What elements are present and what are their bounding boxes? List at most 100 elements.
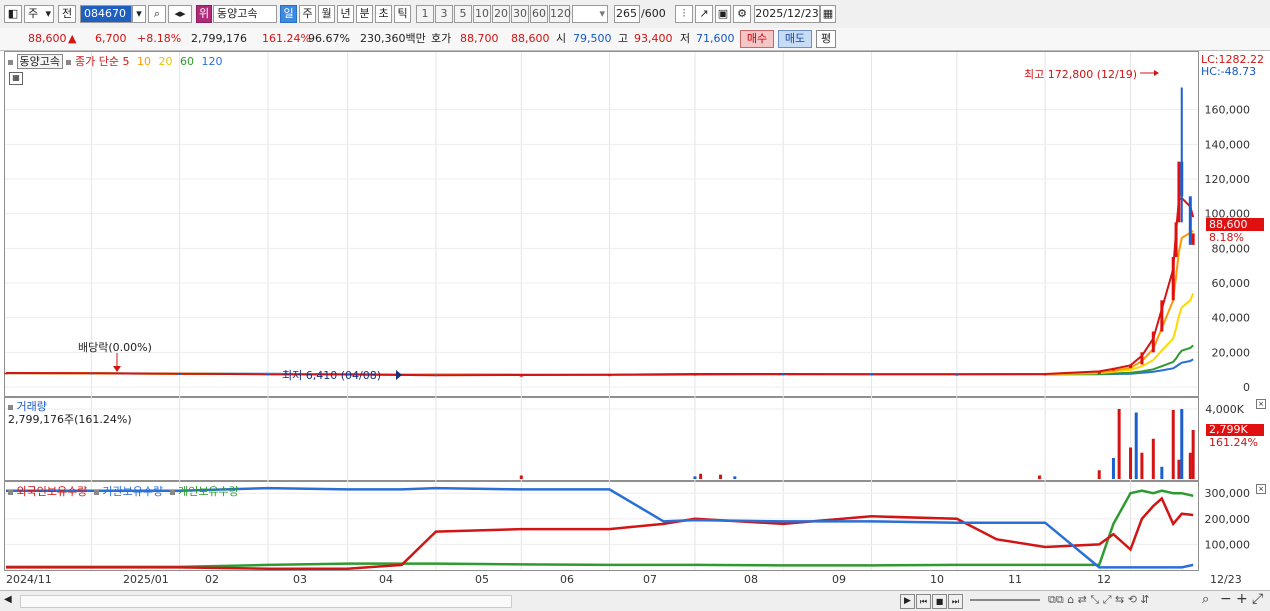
legend-ma-10: 10 — [136, 55, 151, 68]
fullscreen-icon[interactable]: ⤢ — [1252, 591, 1263, 607]
x-label: 10 — [930, 573, 944, 586]
ratio-value: 96.67% — [308, 32, 350, 45]
calendar-icon[interactable]: ▦ — [820, 5, 836, 23]
max-annotation: 최고 172,800 (12/19) — [1024, 68, 1138, 81]
interval-3[interactable]: 3 — [435, 5, 453, 23]
candle-icon[interactable]: ⫶ — [675, 5, 693, 23]
zoom-slider[interactable] — [970, 599, 1040, 601]
hc-label: HC:-48.73 — [1201, 65, 1257, 78]
play-icon[interactable]: ▶ — [900, 594, 915, 609]
stop-icon[interactable]: ■ — [932, 594, 947, 609]
zoom-in-icon[interactable]: + — [1236, 591, 1248, 607]
horizontal-scrollbar[interactable] — [20, 595, 512, 608]
interval-5[interactable]: 5 — [454, 5, 472, 23]
stock-name[interactable]: 동양고속 — [213, 5, 277, 23]
save-icon[interactable]: ▣ — [715, 5, 731, 23]
tab-tick[interactable]: 틱 — [394, 5, 411, 23]
scroll-left-icon[interactable]: ◀ — [4, 594, 12, 605]
count-input[interactable]: 265 — [614, 5, 640, 23]
panel-close-icon[interactable]: × — [1256, 399, 1266, 409]
change-arrow-icon: ▲ — [68, 32, 77, 45]
interval-120[interactable]: 120 — [549, 5, 571, 23]
bottom-toolbar: ◀ ▶ ⏮ ■ ⏭ ⧉⧉ ⌂ ⇄ ⤡ ⤢ ⇆ ⟲ ⇵ ⌕ − + ⤢ — [0, 590, 1270, 611]
volume-tick-label: 4,000K — [1205, 403, 1244, 416]
interval-10[interactable]: 10 — [473, 5, 491, 23]
search-icon[interactable]: ⌕ — [148, 5, 166, 23]
legend-ma-5: 5 — [122, 55, 130, 68]
x-label: 04 — [379, 573, 393, 586]
holding-tick-label: 300,000 — [1205, 487, 1251, 500]
prev-button[interactable]: 전 — [58, 5, 76, 23]
tab-second[interactable]: 초 — [375, 5, 392, 23]
ask-price: 88,700 — [460, 32, 499, 45]
price-panel — [4, 51, 1199, 397]
price-tick-label: 40,000 — [1212, 312, 1251, 325]
legend-marker — [169, 489, 175, 495]
date-input[interactable]: 2025/12/23 — [754, 5, 820, 23]
price-tick-label: 60,000 — [1212, 277, 1251, 290]
legend-individual: 개인보유수량 — [178, 485, 239, 498]
ask-label: 호가 — [431, 32, 452, 45]
period-select-value: 주 — [28, 7, 39, 20]
legend-foreign: 외국인보유수량 — [16, 485, 88, 498]
x-label: 05 — [475, 573, 489, 586]
stock-code-input[interactable]: 084670 — [80, 5, 132, 23]
zoom-icon[interactable]: ⌕ — [1202, 592, 1209, 607]
price-tick-label: 0 — [1243, 381, 1250, 394]
sell-button[interactable]: 매도 — [778, 30, 812, 48]
x-label: 03 — [293, 573, 307, 586]
chevron-down-icon[interactable]: ▾ — [132, 5, 146, 23]
evaluate-button[interactable]: 평 — [816, 30, 836, 48]
legend-ma-20: 20 — [158, 55, 173, 68]
volume-info: 2,799,176주(161.24%) — [8, 413, 132, 426]
buy-button[interactable]: 매수 — [740, 30, 774, 48]
gear-icon[interactable]: ⚙ — [733, 5, 751, 23]
low-price: 71,600 — [696, 32, 735, 45]
period-select[interactable]: 주 ▾ — [24, 5, 54, 23]
volume-panel — [4, 397, 1199, 481]
chevron-down-icon: ▾ — [599, 7, 605, 20]
holding-tick-label: 200,000 — [1205, 513, 1251, 526]
x-label: 06 — [560, 573, 574, 586]
legend-stock-name[interactable]: 동양고속 — [16, 54, 63, 69]
legend-ma-120: 120 — [201, 55, 223, 68]
speaker-icon[interactable]: ◂▸ — [168, 5, 192, 23]
zoom-out-icon[interactable]: − — [1220, 591, 1232, 607]
change-percent: +8.18% — [137, 32, 182, 45]
draw-icon[interactable]: ↗ — [695, 5, 713, 23]
legend-marker — [8, 489, 13, 495]
volume-tag: 2,799K — [1206, 424, 1264, 436]
current-price: 88,600 — [28, 32, 67, 45]
forward-icon[interactable]: ⏭ — [948, 594, 963, 609]
x-label: 02 — [205, 573, 219, 586]
x-label: 12/23 — [1210, 573, 1242, 586]
panel-close-icon[interactable]: × — [1256, 484, 1266, 494]
interval-60[interactable]: 60 — [530, 5, 548, 23]
trade-amount: 230,360백만 — [360, 32, 426, 45]
price-tick-label: 140,000 — [1205, 138, 1251, 151]
interval-1[interactable]: 1 — [416, 5, 434, 23]
tab-month[interactable]: 월 — [318, 5, 335, 23]
interval-20[interactable]: 20 — [492, 5, 510, 23]
min-annotation: 최저 6,410 (04/08) — [282, 369, 382, 382]
price-tick-label: 20,000 — [1212, 346, 1251, 359]
volume-tag-pct: 161.24% — [1209, 436, 1258, 449]
table-icon[interactable]: ▦ — [9, 72, 23, 85]
custom-interval-select[interactable]: ▾ — [572, 5, 608, 23]
volume-value: 2,799,176 — [191, 32, 247, 45]
toolbar: ◧ 주 ▾ 전 084670 ▾ ⌕ ◂▸ 위 동양고속 일 주 월 년 분 초 … — [0, 0, 1270, 29]
x-label: 09 — [832, 573, 846, 586]
tab-minute[interactable]: 분 — [356, 5, 373, 23]
bid-price: 88,600 — [511, 32, 550, 45]
layout-icon[interactable]: ◧ — [4, 5, 22, 23]
rewind-icon[interactable]: ⏮ — [916, 594, 931, 609]
tab-week[interactable]: 주 — [299, 5, 316, 23]
tools-icon-group[interactable]: ⧉⧉ ⌂ ⇄ ⤡ ⤢ ⇆ ⟲ ⇵ — [1048, 593, 1150, 607]
low-label: 저 — [680, 32, 691, 45]
price-tick-label: 160,000 — [1205, 104, 1251, 117]
legend-ma-title: 종가 단순 — [74, 55, 119, 68]
tab-year[interactable]: 년 — [337, 5, 354, 23]
tab-day[interactable]: 일 — [280, 5, 297, 23]
chevron-down-icon: ▾ — [45, 7, 51, 20]
interval-30[interactable]: 30 — [511, 5, 529, 23]
